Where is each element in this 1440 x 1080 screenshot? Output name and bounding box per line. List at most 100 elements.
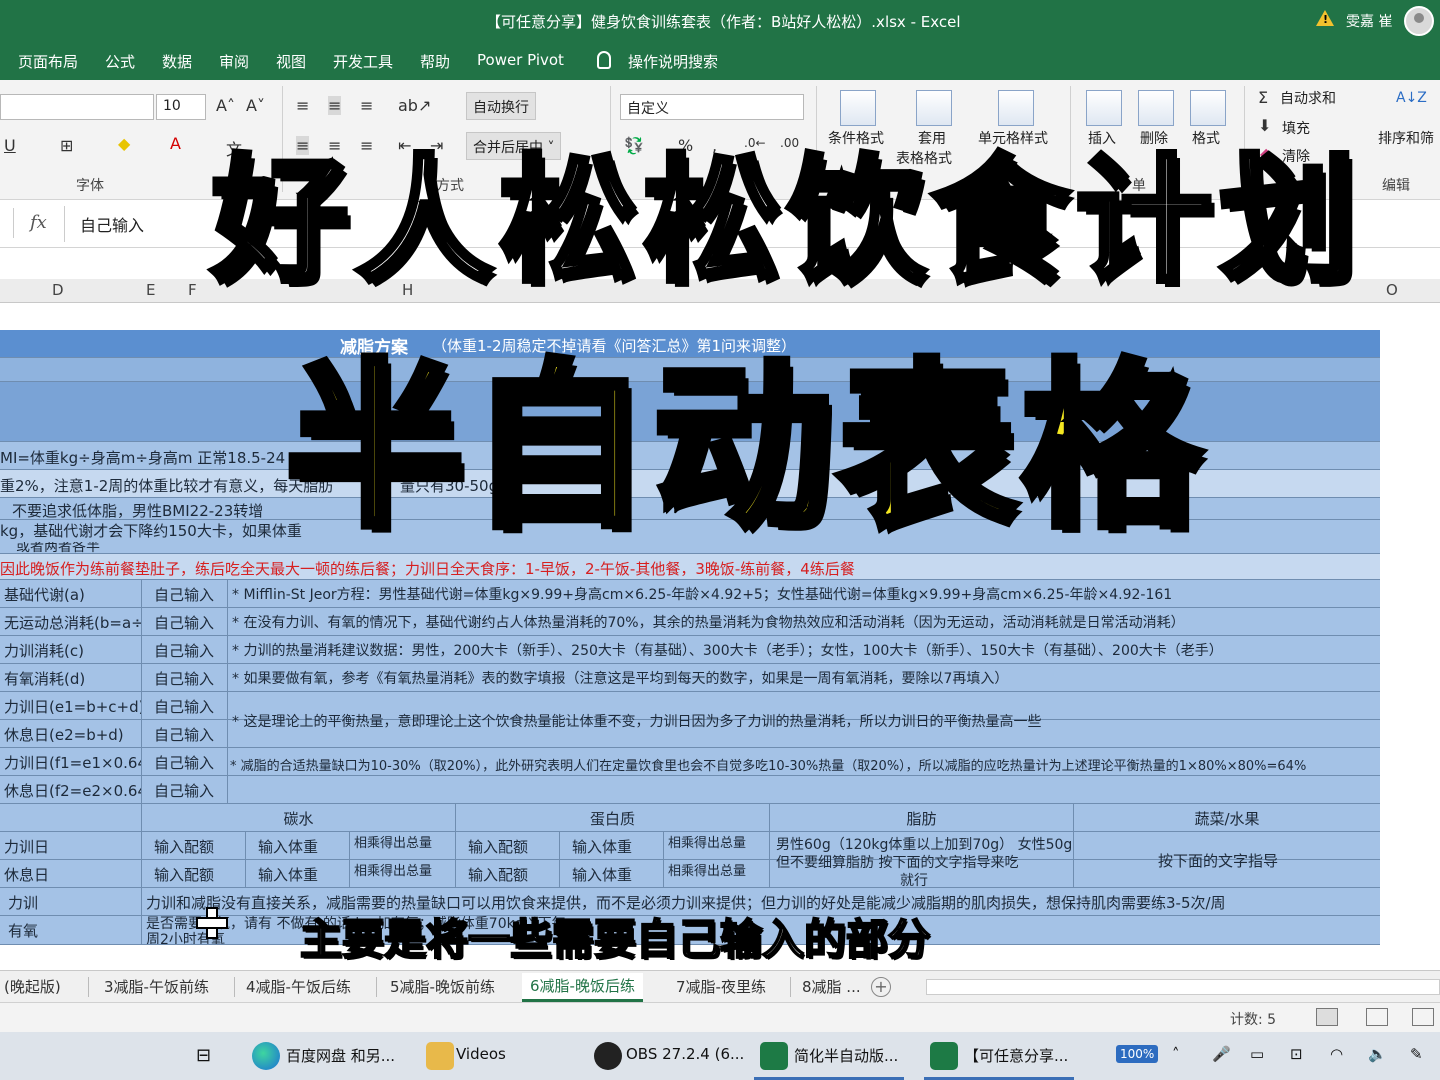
input-cell[interactable]: 输入体重	[246, 832, 350, 859]
task-view-icon[interactable]: ⊟	[196, 1045, 211, 1066]
row-label: 休息日(e2=b+d)	[0, 720, 142, 747]
input-cell[interactable]: 自己输入	[142, 608, 228, 635]
input-cell[interactable]: 自己输入	[142, 748, 228, 775]
fx-icon[interactable]: fx	[30, 212, 47, 233]
page-layout-view-icon[interactable]	[1366, 1008, 1388, 1026]
divider	[234, 977, 235, 997]
folder-icon[interactable]	[426, 1042, 454, 1070]
pen-icon[interactable]: ✎	[1410, 1045, 1423, 1063]
taskbar-item[interactable]: OBS 27.2.4 (6...	[626, 1045, 744, 1063]
veg-header: 蔬菜/水果	[1194, 810, 1260, 828]
fill-icon[interactable]: ⬇	[1258, 116, 1271, 135]
font-name-box[interactable]	[0, 94, 154, 120]
column-header-d[interactable]: D	[52, 281, 64, 299]
fill-color-icon[interactable]: ◆	[118, 134, 130, 153]
normal-view-icon[interactable]	[1316, 1008, 1338, 1026]
format-cells-icon[interactable]	[1190, 90, 1226, 126]
sheet-tab[interactable]: 7减脂-夜里练	[676, 976, 766, 997]
row-note: * 力训的热量消耗建议数据：男性，200大卡（新手）、250大卡（有基础）、30…	[232, 643, 1223, 659]
align-top-icon[interactable]: ≡	[296, 96, 309, 115]
user-name[interactable]: 雯嘉 崔	[1346, 11, 1392, 31]
autosum-label[interactable]: 自动求和	[1280, 88, 1336, 108]
name-box[interactable]	[0, 208, 14, 238]
protein-header: 蛋白质	[456, 804, 770, 831]
font-color-icon[interactable]: A	[170, 134, 181, 153]
battery-icon[interactable]: ▭	[1250, 1045, 1264, 1063]
macro-header-row: 碳水 蛋白质 脂肪 蔬菜/水果	[0, 804, 1380, 832]
input-cell[interactable]: 自己输入	[142, 636, 228, 663]
tab-page-layout[interactable]: 页面布局	[18, 51, 78, 72]
tab-view[interactable]: 视图	[276, 51, 306, 72]
input-cell[interactable]: 输入体重	[246, 860, 350, 887]
display-icon[interactable]: ⊡	[1290, 1045, 1303, 1063]
formula-input[interactable]: 自己输入	[80, 212, 144, 236]
excel-icon[interactable]	[930, 1042, 958, 1070]
horizontal-scrollbar[interactable]	[926, 979, 1440, 995]
page-break-view-icon[interactable]	[1412, 1008, 1434, 1026]
tab-developer[interactable]: 开发工具	[333, 51, 393, 72]
fat-note-3: 就行	[900, 873, 928, 888]
input-cell[interactable]: 输入配额	[142, 860, 246, 887]
insert-cells-icon[interactable]	[1086, 90, 1122, 126]
autosum-icon[interactable]: Σ	[1258, 88, 1268, 107]
align-middle-icon[interactable]: ≡	[328, 96, 342, 115]
tab-help[interactable]: 帮助	[420, 51, 450, 72]
edge-icon[interactable]	[252, 1042, 280, 1070]
warning-icon[interactable]: !	[1316, 10, 1334, 26]
font-size-box[interactable]: 10	[156, 94, 206, 120]
input-cell[interactable]: 输入配额	[456, 860, 560, 887]
input-cell[interactable]: 输入体重	[560, 832, 664, 859]
chevron-up-icon[interactable]: ˄	[1172, 1045, 1180, 1063]
input-cell[interactable]: 自己输入	[142, 720, 228, 747]
battery-indicator[interactable]: 100%	[1116, 1045, 1159, 1063]
delete-cells-icon[interactable]	[1138, 90, 1174, 126]
sort-filter-label[interactable]: 排序和筛	[1378, 128, 1434, 148]
shrink-font-icon[interactable]: A˅	[246, 96, 265, 115]
tell-me-search[interactable]: 操作说明搜索	[628, 51, 718, 72]
tab-review[interactable]: 审阅	[219, 51, 249, 72]
input-cell[interactable]: 自己输入	[142, 776, 228, 803]
fill-label[interactable]: 填充	[1282, 118, 1310, 138]
taskbar-item[interactable]: 【可任意分享...	[964, 1045, 1068, 1066]
input-cell[interactable]: 输入体重	[560, 860, 664, 887]
taskbar-item[interactable]: 简化半自动版...	[794, 1045, 898, 1066]
row-note: * 减脂的合适热量缺口为10-30%（取20%），此外研究表明人们在定量饮食里也…	[230, 759, 1307, 774]
volume-icon[interactable]: 🔈	[1368, 1045, 1387, 1063]
microphone-icon[interactable]: 🎤	[1212, 1045, 1231, 1063]
excel-icon[interactable]	[760, 1042, 788, 1070]
orientation-icon[interactable]: ab↗	[398, 96, 431, 115]
input-cell[interactable]: 输入配额	[456, 832, 560, 859]
obs-icon[interactable]	[594, 1042, 622, 1070]
number-format-box[interactable]: 自定义	[620, 94, 804, 120]
input-cell[interactable]: 输入配额	[142, 832, 246, 859]
tab-data[interactable]: 数据	[162, 51, 192, 72]
sheet-tab[interactable]: 5减脂-晚饭前练	[390, 976, 495, 997]
table-format-icon[interactable]	[916, 90, 952, 126]
input-cell[interactable]: 自己输入	[142, 580, 228, 607]
tab-formulas[interactable]: 公式	[105, 51, 135, 72]
taskbar-item[interactable]: Videos	[456, 1045, 506, 1063]
align-bottom-icon[interactable]: ≡	[360, 96, 373, 115]
taskbar-item[interactable]: 百度网盘 和另...	[286, 1045, 395, 1066]
input-cell[interactable]: 自己输入	[142, 664, 228, 691]
sheet-tab[interactable]: 3减脂-午饭前练	[104, 976, 209, 997]
sheet-tab[interactable]: 4减脂-午饭后练	[246, 976, 351, 997]
column-header-f[interactable]: F	[188, 281, 197, 299]
tab-power-pivot[interactable]: Power Pivot	[477, 51, 564, 69]
sheet-tab[interactable]: 8减脂 ...	[802, 976, 861, 997]
grow-font-icon[interactable]: A˄	[216, 96, 235, 115]
cell-styles-icon[interactable]	[998, 90, 1034, 126]
column-header-o[interactable]: O	[1386, 281, 1398, 299]
wifi-icon[interactable]: ◠	[1330, 1045, 1343, 1063]
avatar[interactable]	[1404, 6, 1434, 36]
sheet-tab[interactable]: (晚起版)	[4, 976, 61, 997]
underline-icon[interactable]: U	[4, 136, 16, 155]
border-icon[interactable]: ⊞	[60, 136, 73, 155]
conditional-format-icon[interactable]	[840, 90, 876, 126]
sheet-tab-active[interactable]: 6减脂-晚饭后练	[522, 973, 643, 1002]
add-sheet-icon[interactable]: +	[871, 977, 891, 997]
input-cell[interactable]: 自己输入	[142, 692, 228, 719]
sort-icon[interactable]: A↓Z	[1396, 90, 1427, 106]
wrap-text-button[interactable]: 自动换行	[466, 92, 536, 120]
column-header-e[interactable]: E	[146, 281, 155, 299]
